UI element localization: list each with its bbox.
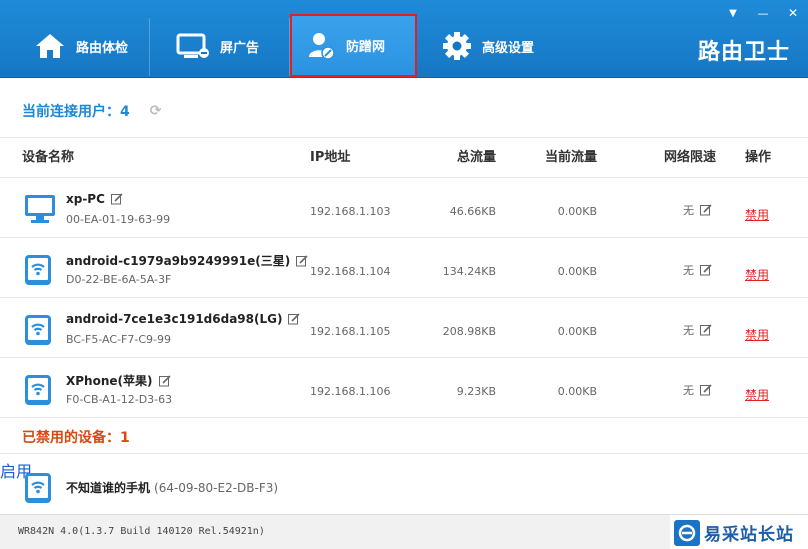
table-header: 设备名称 IP地址 总流量 当前流量 网络限速 操作 — [0, 146, 808, 172]
tab-divider — [149, 18, 150, 76]
watermark: 易采站长站 — [670, 515, 808, 549]
close-icon: ✕ — [787, 6, 799, 20]
header-speed-limit: 网络限速 — [663, 150, 716, 165]
device-mac: BC-F5-AC-F7-C9-99 — [66, 333, 171, 346]
refresh-icon[interactable]: ⟳ — [150, 103, 162, 119]
ban-button[interactable]: 禁用 — [745, 206, 769, 223]
speed-limit-value: 无 — [683, 324, 694, 337]
edit-icon[interactable] — [700, 204, 712, 216]
monitor-icon — [176, 33, 210, 59]
device-speed-limit: 无 — [683, 322, 712, 338]
watermark-text: 易采站长站 — [704, 525, 794, 545]
ban-button[interactable]: 禁用 — [745, 326, 769, 343]
device-mac: D0-22-BE-6A-5A-3F — [66, 273, 172, 286]
device-current-traffic: 0.00KB — [557, 205, 597, 218]
online-users-title: 当前连接用户：4 ⟳ — [22, 101, 161, 121]
tab-label: 屏广告 — [220, 40, 260, 56]
banned-row: 不知道谁的手机 (64-09-80-E2-DB-F3) 启用 — [0, 458, 808, 514]
device-ip: 192.168.1.105 — [310, 325, 391, 338]
device-speed-limit: 无 — [683, 262, 712, 278]
tab-route-check[interactable]: 路由体检 — [20, 16, 148, 76]
edit-icon[interactable] — [700, 324, 712, 336]
device-current-traffic: 0.00KB — [557, 325, 597, 338]
ban-button[interactable]: 禁用 — [745, 266, 769, 283]
device-current-traffic: 0.00KB — [557, 385, 597, 398]
gear-icon — [442, 31, 472, 61]
edit-icon[interactable] — [296, 254, 308, 267]
speed-limit-value: 无 — [683, 264, 694, 277]
user-shield-icon — [306, 31, 336, 61]
menu-dropdown-button[interactable]: ▼ — [722, 4, 744, 22]
header-current-traffic: 当前流量 — [544, 150, 597, 165]
speed-limit-value: 无 — [683, 204, 694, 217]
top-bar: 路由体检 屏广告 防蹭网 高级设置 ▼ — ✕ 路由卫士 — [0, 0, 808, 78]
edit-icon[interactable] — [158, 374, 171, 387]
device-name: XPhone(苹果) — [66, 374, 153, 388]
banned-devices-title: 已禁用的设备：1 — [22, 427, 130, 447]
banned-count-label: 已禁用的设备：1 — [22, 430, 130, 446]
watermark-logo-icon — [674, 519, 700, 546]
header-action: 操作 — [745, 150, 772, 165]
device-total-traffic: 9.23KB — [456, 385, 496, 398]
device-ip: 192.168.1.103 — [310, 205, 391, 218]
tab-label: 高级设置 — [482, 40, 535, 56]
device-total-traffic: 46.66KB — [449, 205, 496, 218]
device-mac: F0-CB-A1-12-D3-63 — [66, 393, 173, 406]
edit-icon[interactable] — [700, 264, 712, 276]
ban-button[interactable]: 禁用 — [745, 386, 769, 403]
firmware-version: WR842N 4.0(1.3.7 Build 140120 Rel.54921n… — [18, 526, 265, 537]
tab-label: 路由体检 — [76, 40, 129, 56]
table-row: XPhone(苹果) F0-CB-A1-12-D3-63 192.168.1.1… — [0, 358, 808, 418]
edit-icon[interactable] — [288, 313, 301, 325]
header-total-traffic: 总流量 — [456, 150, 496, 165]
wifi-device-icon — [24, 314, 52, 350]
banned-device-mac: (64-09-80-E2-DB-F3) — [154, 481, 279, 495]
table-row: android-7ce1e3c191d6da98(LG) BC-F5-AC-F7… — [0, 298, 808, 358]
status-bar: WR842N 4.0(1.3.7 Build 140120 Rel.54921n… — [0, 514, 808, 549]
tab-advanced-settings[interactable]: 高级设置 — [428, 16, 556, 76]
app-logo: 路由卫士 — [697, 40, 790, 65]
chevron-down-icon: ▼ — [729, 7, 737, 19]
table-row: xp-PC 00-EA-01-19-63-99 192.168.1.103 46… — [0, 178, 808, 238]
close-button[interactable]: ✕ — [782, 4, 804, 22]
divider — [0, 453, 808, 454]
divider — [0, 417, 808, 418]
home-icon — [34, 32, 66, 60]
online-count-label: 当前连接用户：4 — [22, 104, 130, 120]
tab-anti-leech[interactable]: 防蹭网 — [290, 14, 417, 77]
banned-device-name: 不知道谁的手机 — [66, 481, 151, 495]
table-row: android-c1979a9b9249991e(三星) D0-22-BE-6A… — [0, 238, 808, 298]
header-ip: IP地址 — [310, 150, 351, 165]
banned-device-info: 不知道谁的手机 (64-09-80-E2-DB-F3) — [66, 479, 278, 496]
device-ip: 192.168.1.104 — [310, 265, 391, 278]
device-total-traffic: 208.98KB — [442, 325, 496, 338]
edit-icon[interactable] — [700, 384, 712, 396]
device-name: android-c1979a9b9249991e(三星) — [66, 254, 291, 268]
device-name: android-7ce1e3c191d6da98(LG) — [66, 312, 283, 326]
device-ip: 192.168.1.106 — [310, 385, 391, 398]
speed-limit-value: 无 — [683, 384, 694, 397]
device-mac: 00-EA-01-19-63-99 — [66, 213, 171, 226]
minimize-button[interactable]: — — [752, 4, 774, 22]
device-current-traffic: 0.00KB — [557, 265, 597, 278]
device-speed-limit: 无 — [683, 202, 712, 218]
device-total-traffic: 134.24KB — [442, 265, 496, 278]
wifi-device-icon — [24, 472, 52, 508]
device-name: xp-PC — [66, 192, 105, 206]
desktop-icon — [24, 194, 56, 228]
divider — [0, 137, 808, 138]
tab-block-ads[interactable]: 屏广告 — [162, 16, 288, 76]
wifi-device-icon — [24, 254, 52, 290]
minimize-icon: — — [757, 6, 769, 20]
header-device-name: 设备名称 — [22, 150, 75, 165]
edit-icon[interactable] — [110, 193, 123, 205]
device-speed-limit: 无 — [683, 382, 712, 398]
wifi-device-icon — [24, 374, 52, 410]
tab-label: 防蹭网 — [346, 40, 386, 55]
